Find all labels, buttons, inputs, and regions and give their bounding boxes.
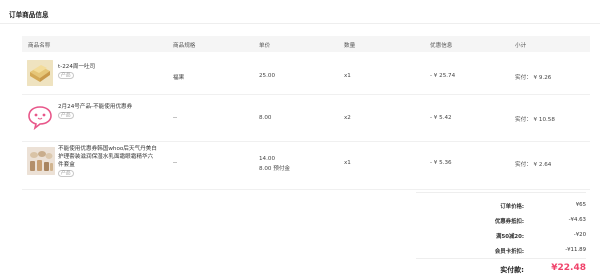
paid-label: 实付款:	[500, 266, 524, 274]
order-price-value: ¥65	[575, 202, 586, 208]
coupon-value: -¥4.63	[568, 217, 586, 223]
placeholder-face-image	[27, 104, 53, 130]
product-name-line-1[interactable]: 不能使用优惠券韩国whoo后天气丹美白	[58, 145, 157, 153]
col-subtotal: 小计	[515, 43, 527, 49]
full-reduce-label: 满50减20:	[496, 234, 524, 240]
unit-price-value: 25.00	[259, 73, 276, 79]
unit-price-value: 14.00	[259, 156, 276, 162]
table-row: 2月24号产品-不能使用优惠券 产品 -- 8.00 x2 - ¥ 5.42 实…	[22, 95, 590, 142]
spec-value: --	[173, 115, 178, 121]
col-product-name: 商品名称	[28, 43, 51, 49]
summary-divider	[416, 192, 586, 193]
subtotal-value: 实付： ¥ 2.64	[515, 162, 552, 168]
spec-value: 福果	[173, 75, 185, 81]
discount-value: - ¥ 5.36	[430, 160, 452, 166]
product-tag: 产品	[58, 72, 74, 79]
member-discount-label: 会员卡折扣:	[494, 249, 524, 255]
product-name[interactable]: t-224周一吐司	[58, 63, 95, 71]
subtotal-value: 实付： ¥ 10.58	[515, 117, 555, 123]
unit-price-value: 8.00	[259, 115, 272, 121]
col-quantity: 数量	[344, 43, 356, 49]
subtotal-value: 实付： ¥ 9.26	[515, 75, 552, 81]
product-name-line-3[interactable]: 件套盒	[58, 161, 75, 169]
spec-value: --	[173, 160, 178, 166]
col-discount: 优惠信息	[430, 43, 453, 49]
full-reduce-value: -¥20	[573, 232, 586, 238]
product-name-line-2[interactable]: 护理套装滋润保湿水乳面霜眼霜精华六	[58, 153, 153, 161]
quantity-value: x1	[344, 73, 351, 79]
col-spec: 商品规格	[173, 43, 196, 49]
product-tag: 产品	[58, 112, 74, 119]
order-price-label: 订单价格:	[500, 204, 524, 210]
col-unit-price: 单价	[259, 43, 271, 49]
order-summary: 订单价格: ¥65 优惠券抵扣: -¥4.63 满50减20: -¥20 会员卡…	[416, 192, 586, 280]
prepayment-note: 8.00 预付金	[259, 166, 291, 172]
section-header: 订单商品信息	[0, 0, 600, 24]
product-tag: 产品	[58, 170, 74, 177]
member-discount-value: -¥11.89	[565, 247, 586, 253]
product-name[interactable]: 2月24号产品-不能使用优惠券	[58, 103, 132, 111]
summary-divider	[416, 258, 586, 259]
quantity-value: x2	[344, 115, 351, 121]
section-title: 订单商品信息	[9, 11, 49, 19]
order-page: 订单商品信息 商品名称 商品规格 单价 数量 优惠信息 小计 t-224周一吐司…	[0, 0, 600, 280]
paid-value: ¥22.48	[551, 263, 586, 273]
table-row: t-224周一吐司 产品 福果 25.00 x1 - ¥ 25.74 实付： ¥…	[22, 56, 590, 95]
quantity-value: x1	[344, 160, 351, 166]
discount-value: - ¥ 5.42	[430, 115, 452, 121]
table-header: 商品名称 商品规格 单价 数量 优惠信息 小计	[22, 36, 590, 52]
cosmetics-set-image	[27, 147, 55, 175]
coupon-label: 优惠券抵扣:	[494, 219, 524, 225]
discount-value: - ¥ 25.74	[430, 73, 456, 79]
order-items-card: 订单商品信息 商品名称 商品规格 单价 数量 优惠信息 小计 t-224周一吐司…	[0, 0, 600, 280]
toast-bread-image	[27, 60, 53, 86]
table-row: 不能使用优惠券韩国whoo后天气丹美白 护理套装滋润保湿水乳面霜眼霜精华六 件套…	[22, 142, 590, 190]
